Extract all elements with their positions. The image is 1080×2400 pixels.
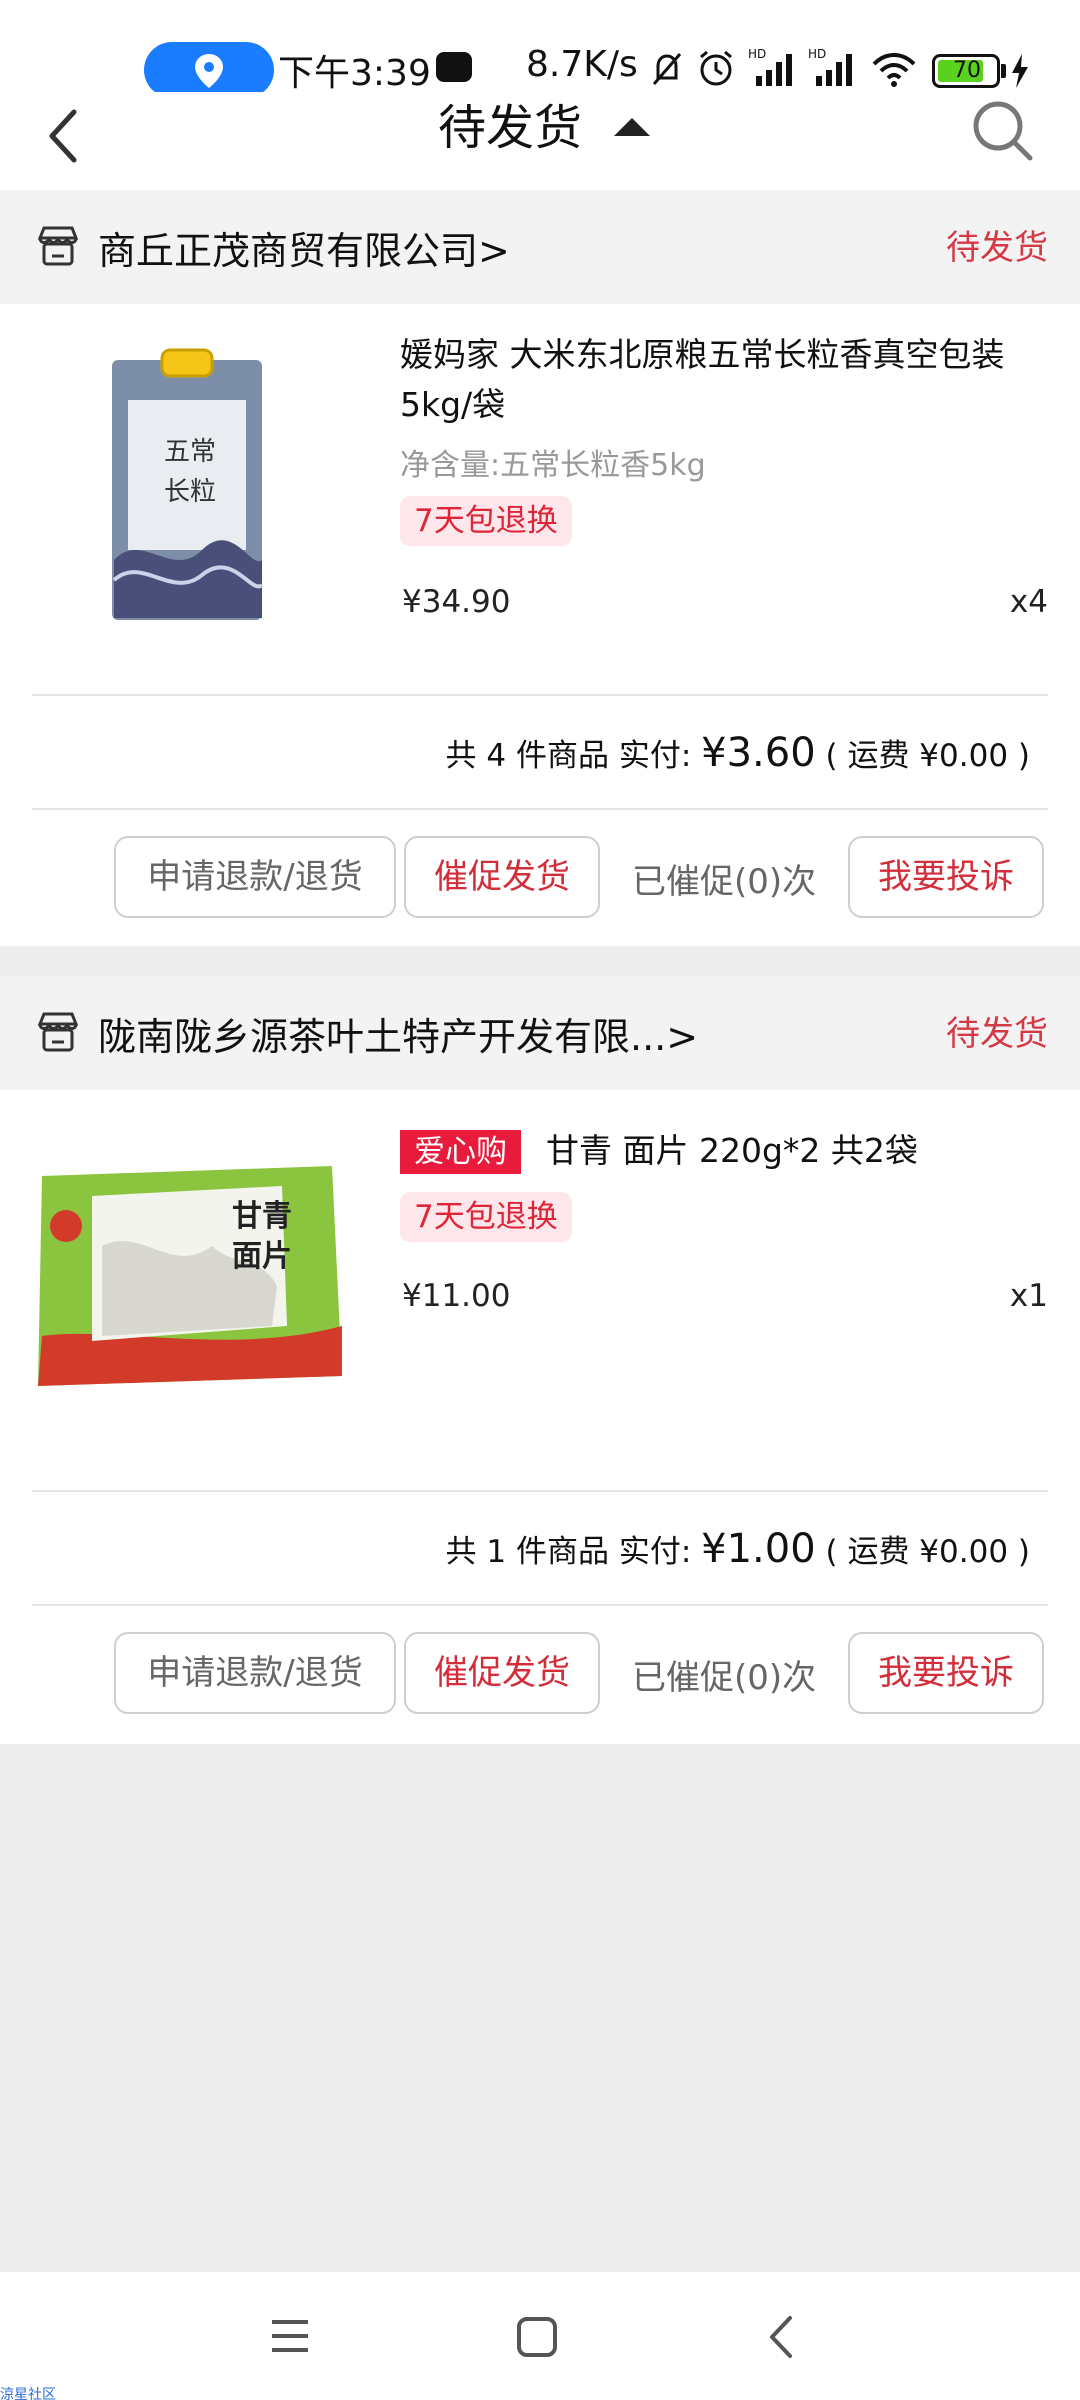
product-quantity: x1	[1009, 1278, 1048, 1314]
back-triangle-icon[interactable]	[766, 2314, 796, 2360]
product-price: ¥34.90	[402, 584, 511, 620]
search-icon	[973, 101, 1033, 161]
alarm-icon	[700, 50, 732, 86]
product-price: ¥11.00	[402, 1278, 511, 1314]
complain-button[interactable]: 我要投诉	[848, 1632, 1044, 1714]
search-button[interactable]	[968, 96, 1038, 166]
shop-header[interactable]: 商丘正茂商贸有限公司> 待发货	[0, 190, 1080, 304]
shop-name: 陇南陇乡源茶叶土特产开发有限...>	[98, 1015, 699, 1059]
shop-icon	[37, 1012, 79, 1052]
page-header: 待发货	[0, 92, 1080, 190]
urge-count: 已催促(0)次	[632, 862, 817, 902]
summary-shipping: ( 运费 ¥0.00 )	[825, 738, 1031, 774]
divider	[32, 1490, 1048, 1492]
hd-signal-icon: HD	[748, 47, 792, 86]
divider	[32, 694, 1048, 696]
svg-text:面片: 面片	[232, 1239, 292, 1274]
return-policy-tag: 7天包退换	[400, 496, 572, 546]
urge-count: 已催促(0)次	[632, 1658, 817, 1698]
love-purchase-badge: 爱心购	[400, 1130, 521, 1174]
svg-text:HD: HD	[748, 47, 766, 61]
wifi-icon	[872, 53, 916, 87]
order-status: 待发货	[946, 1014, 1048, 1054]
shop-name: 商丘正茂商贸有限公司>	[98, 229, 510, 273]
mute-bell-icon	[652, 53, 682, 85]
product-image[interactable]: 甘青 面片	[32, 1126, 352, 1446]
caret-up-icon[interactable]	[614, 118, 650, 136]
status-time: 下午3:39	[278, 53, 431, 94]
product-title[interactable]: 媛妈家 大米东北原粮五常长粒香真空包装5kg/袋	[400, 330, 1040, 430]
summary-shipping: ( 运费 ¥0.00 )	[825, 1534, 1031, 1570]
order-card: 陇南陇乡源茶叶土特产开发有限...> 待发货 甘青 面片 爱心购 甘青 面片 2…	[0, 976, 1080, 1744]
urge-shipping-button[interactable]: 催促发货	[404, 1632, 600, 1714]
location-icon	[195, 54, 223, 88]
charging-icon	[1012, 54, 1028, 88]
product-quantity: x4	[1009, 584, 1048, 620]
order-summary: 共 1 件商品 实付: ¥1.00 ( 运费 ¥0.00 )	[446, 1526, 1030, 1572]
svg-text:HD: HD	[808, 47, 826, 61]
location-pill[interactable]	[144, 42, 274, 98]
status-bar: 下午3:39 8.7K/s HD HD 70	[0, 0, 1080, 98]
page-title-text: 待发货	[437, 100, 582, 156]
complain-button[interactable]: 我要投诉	[848, 836, 1044, 918]
battery-level: 70	[953, 58, 981, 83]
shop-header[interactable]: 陇南陇乡源茶叶土特产开发有限...> 待发货	[0, 976, 1080, 1090]
divider	[32, 1604, 1048, 1606]
menu-icon[interactable]	[268, 2316, 312, 2356]
page-title[interactable]: 待发货	[0, 92, 1080, 164]
watermark: 涼星社区	[0, 2387, 56, 2400]
urge-shipping-button[interactable]: 催促发货	[404, 836, 600, 918]
summary-count: 共 4 件商品 实付:	[445, 738, 702, 774]
refund-button[interactable]: 申请退款/退货	[114, 836, 396, 918]
shop-icon	[37, 226, 79, 266]
order-status: 待发货	[946, 228, 1048, 268]
summary-amount: ¥3.60	[701, 730, 816, 776]
svg-text:甘青: 甘青	[232, 1199, 292, 1234]
hd-signal-icon: HD	[808, 47, 852, 86]
return-policy-tag: 7天包退换	[400, 1192, 572, 1242]
summary-amount: ¥1.00	[701, 1526, 816, 1572]
product-title[interactable]: 甘青 面片 220g*2 共2袋	[546, 1126, 1026, 1176]
product-image[interactable]: 五常 长粒	[32, 340, 352, 660]
order-summary: 共 4 件商品 实付: ¥3.60 ( 运费 ¥0.00 )	[446, 730, 1030, 776]
product-spec: 净含量:五常长粒香5kg	[400, 448, 706, 483]
app-icon	[436, 52, 472, 82]
divider	[32, 808, 1048, 810]
net-speed: 8.7K/s	[526, 44, 638, 85]
home-square-icon[interactable]	[516, 2316, 558, 2358]
system-nav-bar	[0, 2272, 1080, 2400]
svg-text:五常: 五常	[164, 437, 216, 467]
order-card: 商丘正茂商贸有限公司> 待发货 五常 长粒 媛妈家 大米东北原粮五常长粒香真空包…	[0, 190, 1080, 946]
summary-count: 共 1 件商品 实付:	[445, 1534, 702, 1570]
refund-button[interactable]: 申请退款/退货	[114, 1632, 396, 1714]
svg-text:长粒: 长粒	[164, 477, 216, 507]
battery-icon: 70	[932, 54, 1000, 88]
